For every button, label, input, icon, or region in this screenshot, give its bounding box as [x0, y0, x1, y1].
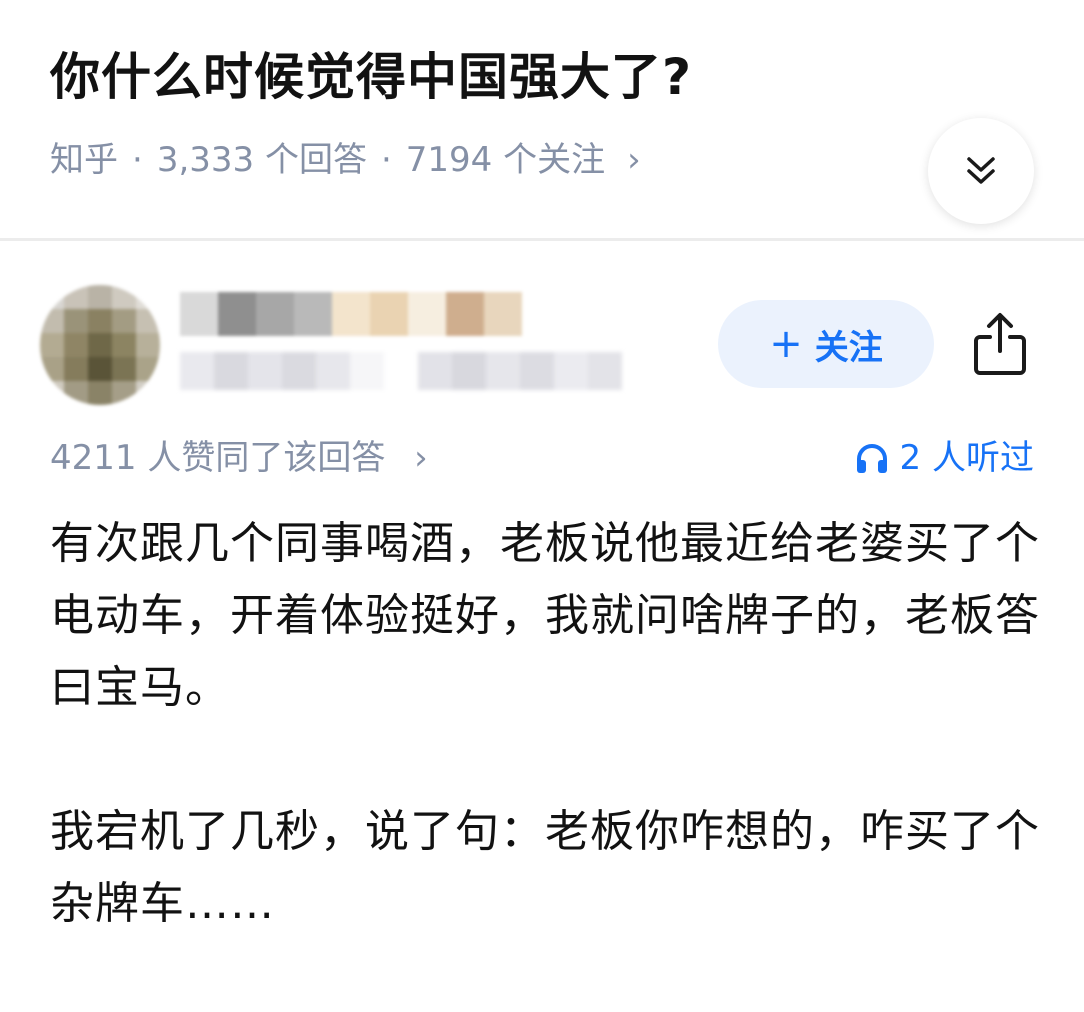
meta-separator: ·	[132, 140, 143, 180]
source-label: 知乎	[50, 140, 118, 180]
headphones-icon	[856, 444, 887, 473]
upvote-text: 4211 人赞同了该回答	[50, 438, 386, 478]
chevron-right-icon: ›	[627, 140, 641, 180]
collapse-button[interactable]	[928, 118, 1034, 224]
answer-paragraph: 我宕机了几秒，说了句：老板你咋想的，咋买了个杂牌车……	[50, 806, 1040, 929]
avatar[interactable]	[40, 285, 160, 405]
question-meta[interactable]: 知乎 · 3,333 个回答 · 7194 个关注 ›	[50, 136, 641, 184]
meta-separator: ·	[380, 140, 392, 180]
listeners-text: 2 人听过	[899, 438, 1034, 478]
header-divider	[0, 238, 1084, 241]
author-bio	[180, 352, 622, 390]
double-chevron-down-icon	[967, 157, 995, 184]
upvote-count[interactable]: 4211 人赞同了该回答 ›	[50, 434, 428, 482]
share-icon	[974, 313, 1026, 375]
follower-count: 7194 个关注	[405, 140, 606, 180]
share-button[interactable]	[966, 304, 1034, 384]
answer-body: 有次跟几个同事喝酒，老板说他最近给老婆买了个电动车，开着体验挺好，我就问啥牌子的…	[50, 508, 1040, 1012]
question-title[interactable]: 你什么时候觉得中国强大了?	[50, 42, 692, 112]
follow-button[interactable]: + 关注	[718, 300, 934, 388]
chevron-right-icon: ›	[414, 438, 428, 478]
listeners-link[interactable]: 2 人听过	[854, 434, 1034, 482]
author-name[interactable]	[180, 292, 522, 336]
answer-paragraph: 有次跟几个同事喝酒，老板说他最近给老婆买了个电动车，开着体验挺好，我就问啥牌子的…	[50, 518, 1040, 713]
answer-count: 3,333 个回答	[156, 140, 367, 180]
follow-label: 关注	[814, 327, 883, 368]
plus-icon: +	[769, 321, 803, 367]
